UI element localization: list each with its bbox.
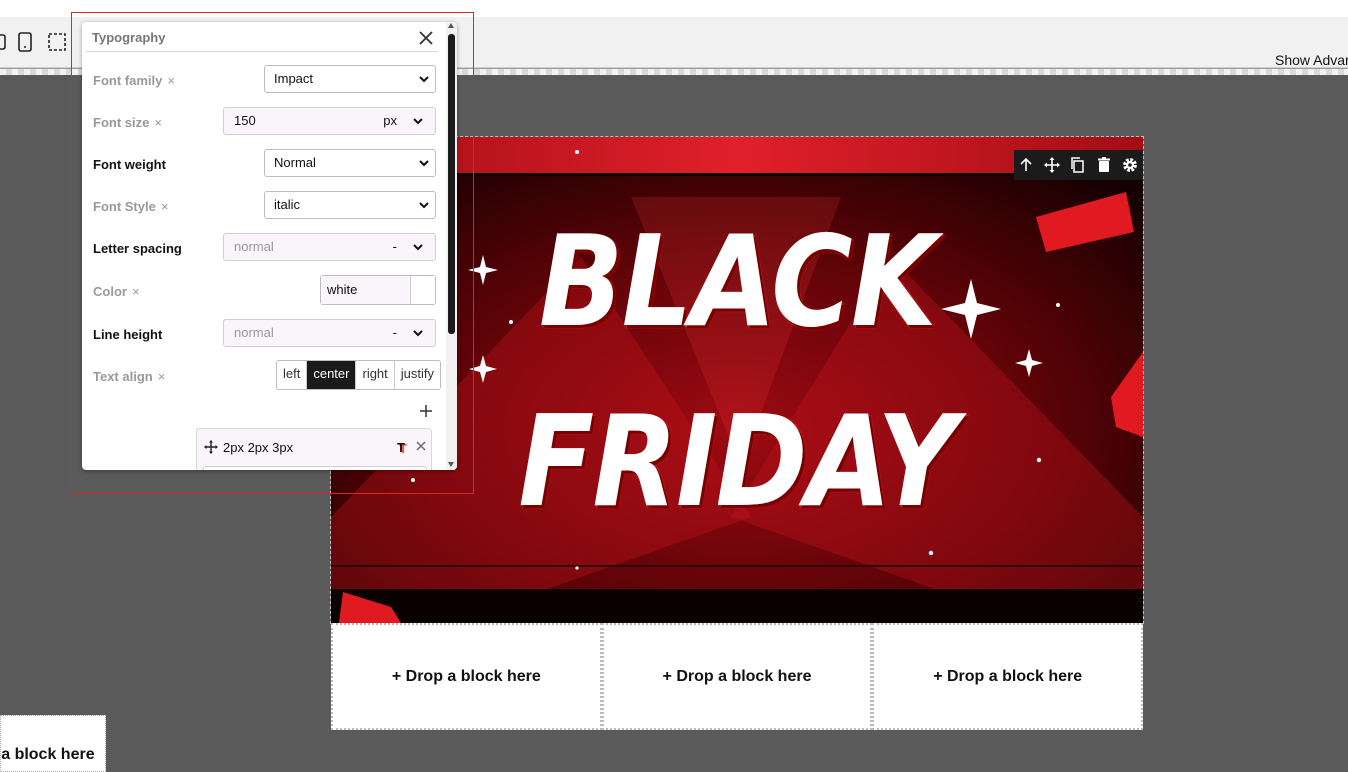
typography-panel: Typography Font family × Impact Font size… bbox=[82, 22, 457, 470]
chevron-down-icon bbox=[419, 76, 429, 83]
select-icon[interactable] bbox=[47, 32, 67, 52]
color-swatch[interactable] bbox=[410, 276, 435, 304]
font-family-label: Font family × bbox=[93, 73, 175, 88]
font-size-unit[interactable]: px bbox=[383, 108, 397, 134]
close-icon[interactable] bbox=[416, 28, 436, 48]
line-height-input[interactable]: normal - bbox=[223, 319, 436, 347]
clear-font-size-icon[interactable]: × bbox=[154, 115, 162, 130]
block-toolbar bbox=[1014, 150, 1143, 180]
font-weight-label: Font weight bbox=[93, 157, 166, 172]
drop-zone-col-1[interactable]: + Drop a block here bbox=[331, 623, 602, 730]
font-size-input[interactable]: 150 px bbox=[223, 107, 436, 135]
move-icon[interactable] bbox=[1043, 156, 1061, 174]
copy-icon[interactable] bbox=[1069, 156, 1087, 174]
line-height-unit[interactable]: - bbox=[393, 320, 397, 346]
font-style-label: Font Style × bbox=[93, 199, 169, 214]
clear-color-icon[interactable]: × bbox=[132, 284, 140, 299]
font-weight-select[interactable]: Normal bbox=[264, 149, 436, 177]
align-left-button[interactable]: left bbox=[277, 361, 308, 389]
clear-font-family-icon[interactable]: × bbox=[167, 73, 175, 88]
panel-divider bbox=[86, 51, 438, 52]
clear-text-align-icon[interactable]: × bbox=[158, 369, 166, 384]
drop-zone-col-2[interactable]: + Drop a block here bbox=[601, 623, 873, 730]
text-shadow-subfield[interactable] bbox=[203, 466, 427, 470]
chevron-down-icon bbox=[413, 330, 423, 337]
scroll-up-arrow-icon[interactable] bbox=[448, 23, 454, 28]
arrow-up-icon[interactable] bbox=[1017, 156, 1035, 174]
scroll-thumb[interactable] bbox=[448, 34, 455, 334]
chevron-down-icon bbox=[413, 244, 423, 251]
panel-title: Typography bbox=[92, 30, 166, 45]
drop-zone-side-label: p a block here bbox=[1, 746, 95, 763]
color-input[interactable]: white bbox=[321, 276, 411, 304]
text-shadow-preview: T bbox=[397, 440, 405, 455]
text-shadow-item[interactable]: 2px 2px 3px T bbox=[196, 428, 432, 470]
mobile-icon[interactable] bbox=[16, 32, 34, 52]
font-size-label: Font size × bbox=[93, 115, 162, 130]
align-right-button[interactable]: right bbox=[356, 361, 395, 389]
color-label: Color × bbox=[93, 284, 140, 299]
settings-icon[interactable] bbox=[1121, 156, 1139, 174]
letter-spacing-label: Letter spacing bbox=[93, 241, 182, 256]
panel-scrollbar[interactable] bbox=[446, 22, 457, 470]
top-bar bbox=[0, 0, 1348, 17]
chevron-down-icon bbox=[419, 202, 429, 209]
line-height-label: Line height bbox=[93, 327, 163, 342]
clear-font-style-icon[interactable]: × bbox=[161, 199, 169, 214]
scroll-down-arrow-icon[interactable] bbox=[448, 462, 454, 467]
font-family-select[interactable]: Impact bbox=[264, 65, 436, 93]
letter-spacing-unit[interactable]: - bbox=[393, 234, 397, 260]
add-text-shadow-icon[interactable] bbox=[419, 404, 433, 418]
letter-spacing-input[interactable]: normal - bbox=[223, 233, 436, 261]
desktop-icon[interactable] bbox=[0, 32, 12, 52]
headline-line-1[interactable]: BLACK bbox=[380, 219, 1095, 345]
delete-icon[interactable] bbox=[1095, 156, 1113, 174]
drop-zone-side[interactable]: p a block here bbox=[0, 715, 106, 772]
drag-handle-icon[interactable] bbox=[204, 440, 218, 454]
text-align-label: Text align × bbox=[93, 369, 166, 384]
color-field[interactable]: white bbox=[320, 275, 436, 305]
text-shadow-value: 2px 2px 3px bbox=[223, 440, 294, 455]
text-align-buttons: left center right justify bbox=[276, 360, 442, 390]
show-advanced-button[interactable]: Show Advar bbox=[1275, 34, 1348, 84]
headline-line-2[interactable]: FRIDAY bbox=[380, 399, 1095, 525]
remove-shadow-icon[interactable] bbox=[415, 440, 427, 452]
align-center-button[interactable]: center bbox=[307, 361, 357, 389]
chevron-down-icon bbox=[419, 160, 429, 167]
align-justify-button[interactable]: justify bbox=[394, 361, 441, 389]
font-style-select[interactable]: italic bbox=[264, 191, 436, 219]
chevron-down-icon bbox=[413, 118, 423, 125]
three-column-row: + Drop a block here + Drop a block here … bbox=[331, 623, 1144, 730]
drop-zone-col-3[interactable]: + Drop a block here bbox=[872, 623, 1144, 730]
